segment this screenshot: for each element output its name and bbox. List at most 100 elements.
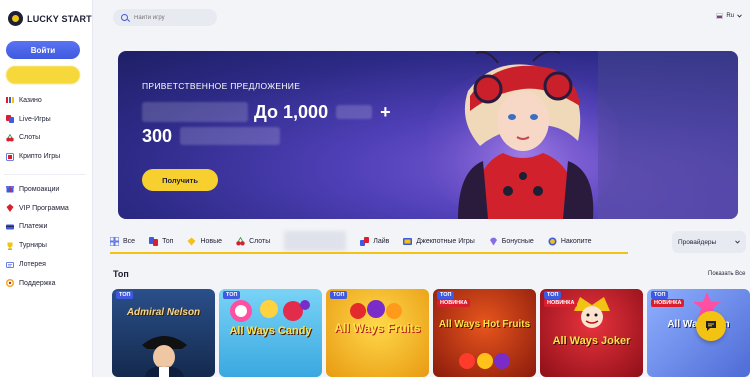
- hidden-spins-text: [180, 127, 281, 145]
- sidebar: LUCKY START Войти Казино Live-Игры Слоты: [0, 0, 93, 377]
- live-games-icon: [6, 115, 14, 124]
- top-badge: ТОП: [437, 291, 455, 299]
- sidebar-item-label: Платежи: [19, 223, 48, 231]
- sidebar-item-label: Слоты: [19, 134, 41, 142]
- new-badge: НОВИНКА: [437, 299, 471, 307]
- cherry-icon: [236, 236, 245, 246]
- russia-flag-icon: [716, 13, 724, 19]
- providers-dropdown[interactable]: Провайдеры: [672, 231, 746, 253]
- register-button[interactable]: [6, 66, 80, 84]
- vip-icon: [6, 204, 14, 213]
- sidebar-item-tournaments[interactable]: Турниры: [4, 236, 90, 255]
- tabs-underline: [110, 252, 628, 254]
- sidebar-item-crypto[interactable]: Крипто Игры: [4, 147, 90, 166]
- payments-icon: [6, 223, 14, 231]
- tab-jackpot[interactable]: Джекпотные Игры: [403, 237, 475, 246]
- promo-icon: [6, 185, 14, 193]
- support-chat-button[interactable]: [696, 311, 726, 341]
- tab-slots[interactable]: Слоты: [236, 236, 270, 246]
- tab-top[interactable]: Топ: [149, 236, 173, 246]
- casino-icon: [6, 96, 14, 104]
- top-badge: ТОП: [116, 291, 134, 299]
- sidebar-item-label: Промоакции: [19, 185, 60, 193]
- live-icon: [360, 236, 370, 246]
- crypto-icon: [6, 152, 14, 161]
- brand-name: LUCKY START: [27, 13, 92, 24]
- sidebar-item-label: Казино: [19, 96, 42, 104]
- sidebar-item-label: Live-Игры: [19, 115, 51, 123]
- sidebar-item-slots[interactable]: Слоты: [4, 129, 90, 148]
- logo[interactable]: LUCKY START: [8, 11, 92, 26]
- banner-headline-2: 300: [142, 125, 281, 147]
- sidebar-item-live-games[interactable]: Live-Игры: [4, 110, 90, 129]
- language-label: Ru: [726, 13, 734, 19]
- top-badge: ТОП: [544, 291, 562, 299]
- language-selector[interactable]: Ru: [716, 13, 742, 19]
- top-badge: ТОП: [330, 291, 348, 299]
- search-input[interactable]: [134, 14, 214, 21]
- hidden-currency-text: [336, 105, 373, 119]
- grid-icon: [110, 236, 119, 246]
- lottery-icon: [6, 261, 14, 269]
- sidebar-item-support[interactable]: Поддержка: [4, 274, 90, 293]
- games-row: Admiral Nelson ТОП All Ways Candy ТОП Al…: [110, 289, 750, 377]
- chat-icon: [706, 321, 716, 331]
- game-tile-all-ways-candy[interactable]: All Ways Candy ТОП: [219, 289, 322, 377]
- get-bonus-button[interactable]: Получить: [142, 169, 218, 191]
- sidebar-item-payments[interactable]: Платежи: [4, 218, 90, 237]
- chevron-down-icon: [737, 14, 742, 18]
- sidebar-item-lottery[interactable]: Лотерея: [4, 255, 90, 274]
- search-icon: [121, 14, 128, 21]
- banner-headline-1: До 1,000 +: [142, 101, 391, 123]
- secondary-nav: Промоакции VIP Программа Платежи Турниры…: [4, 180, 90, 293]
- category-tabs: Все Топ Новые Слоты Лайв Джекпотные Игры: [110, 229, 628, 254]
- jackpot-icon: [403, 237, 413, 246]
- game-tile-admiral-nelson[interactable]: Admiral Nelson ТОП: [112, 289, 215, 377]
- sidebar-item-label: Лотерея: [19, 261, 46, 269]
- new-badge: НОВИНКА: [651, 299, 685, 307]
- login-button[interactable]: Войти: [6, 41, 80, 59]
- sidebar-item-label: Поддержка: [19, 279, 56, 287]
- search-box[interactable]: [113, 9, 217, 26]
- fruits-image: [350, 300, 402, 319]
- hot-fruits-image: [459, 353, 510, 369]
- support-icon: [6, 279, 14, 288]
- new-icon: [187, 237, 196, 246]
- candy-image: [230, 300, 310, 322]
- tab-accumulated[interactable]: Накопите: [548, 237, 592, 246]
- slots-icon: [6, 133, 14, 142]
- sidebar-item-label: VIP Программа: [19, 204, 69, 212]
- top-badge: ТОП: [223, 291, 241, 299]
- game-tile-all-ways-fruits[interactable]: All Ways Fruits ТОП: [326, 289, 429, 377]
- top-badge: ТОП: [651, 291, 669, 299]
- sidebar-item-vip[interactable]: VIP Программа: [4, 199, 90, 218]
- game-tile-all-ways-joker[interactable]: All Ways Joker ТОП НОВИНКА: [540, 289, 643, 377]
- sidebar-item-label: Турниры: [19, 242, 47, 250]
- main-nav: Казино Live-Игры Слоты Крипто Игры: [4, 91, 90, 166]
- new-badge: НОВИНКА: [544, 299, 578, 307]
- hero-character-image: [428, 51, 618, 219]
- top-bar: Ru: [93, 0, 750, 38]
- banner-kicker: ПРИВЕТСТВЕННОЕ ПРЕДЛОЖЕНИЕ: [142, 81, 301, 91]
- chevron-down-icon: [735, 240, 740, 244]
- show-all-link[interactable]: Показать Все: [708, 271, 746, 277]
- tab-live[interactable]: Лайв: [360, 236, 389, 246]
- top-icon: [149, 236, 159, 246]
- sidebar-item-promo[interactable]: Промоакции: [4, 180, 90, 199]
- tab-new[interactable]: Новые: [187, 237, 222, 246]
- logo-icon: [8, 11, 23, 26]
- sidebar-item-casino[interactable]: Казино: [4, 91, 90, 110]
- coin-icon: [548, 237, 557, 246]
- tab-bonus[interactable]: Бонусные: [489, 237, 534, 246]
- hidden-bonus-text: [142, 102, 248, 122]
- tab-hidden[interactable]: [284, 231, 347, 251]
- diamond-icon: [489, 237, 498, 246]
- game-tile-all-ways-hot-fruits[interactable]: All Ways Hot Fruits ТОП НОВИНКА: [433, 289, 536, 377]
- admiral-portrait-image: [142, 336, 187, 377]
- tab-all[interactable]: Все: [110, 236, 135, 246]
- tournaments-icon: [6, 242, 14, 250]
- promo-banner[interactable]: ПРИВЕТСТВЕННОЕ ПРЕДЛОЖЕНИЕ До 1,000 + 30…: [118, 51, 738, 219]
- nav-divider: [4, 174, 86, 175]
- sidebar-item-label: Крипто Игры: [19, 153, 61, 161]
- section-title: Топ: [113, 269, 129, 279]
